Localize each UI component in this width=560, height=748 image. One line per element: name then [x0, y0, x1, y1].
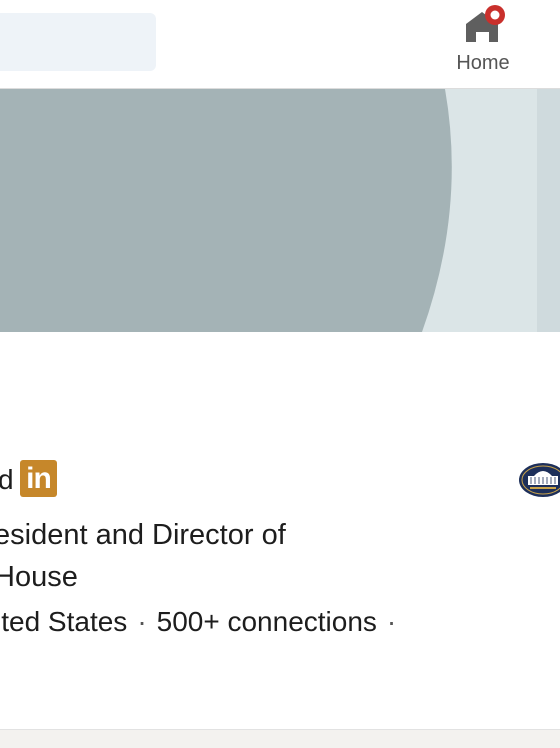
top-nav-bar: Home	[0, 0, 560, 89]
search-input[interactable]	[0, 13, 156, 71]
page-footer-strip	[0, 729, 560, 748]
profile-meta: ited States · 500+ connections ·	[0, 606, 555, 638]
profile-banner	[0, 89, 560, 332]
white-house-seal-icon[interactable]	[518, 461, 560, 499]
profile-headline: esident and Director of House	[0, 514, 414, 598]
profile-name: d in	[0, 458, 100, 502]
profile-headline-line-2: House	[0, 561, 78, 593]
profile-connections[interactable]: 500+ connections	[157, 606, 377, 637]
nav-home-button[interactable]: Home	[444, 0, 522, 88]
nav-home-label: Home	[456, 52, 510, 74]
profile-location: ited States	[0, 606, 128, 637]
linkedin-badge-icon: in	[20, 460, 57, 497]
profile-headline-line-1: esident and Director of	[0, 519, 286, 551]
separator-dot: ·	[137, 606, 147, 637]
notification-badge-icon	[485, 5, 505, 25]
separator-dot: ·	[386, 606, 397, 637]
home-icon	[466, 5, 505, 42]
profile-name-text: d	[0, 464, 14, 495]
